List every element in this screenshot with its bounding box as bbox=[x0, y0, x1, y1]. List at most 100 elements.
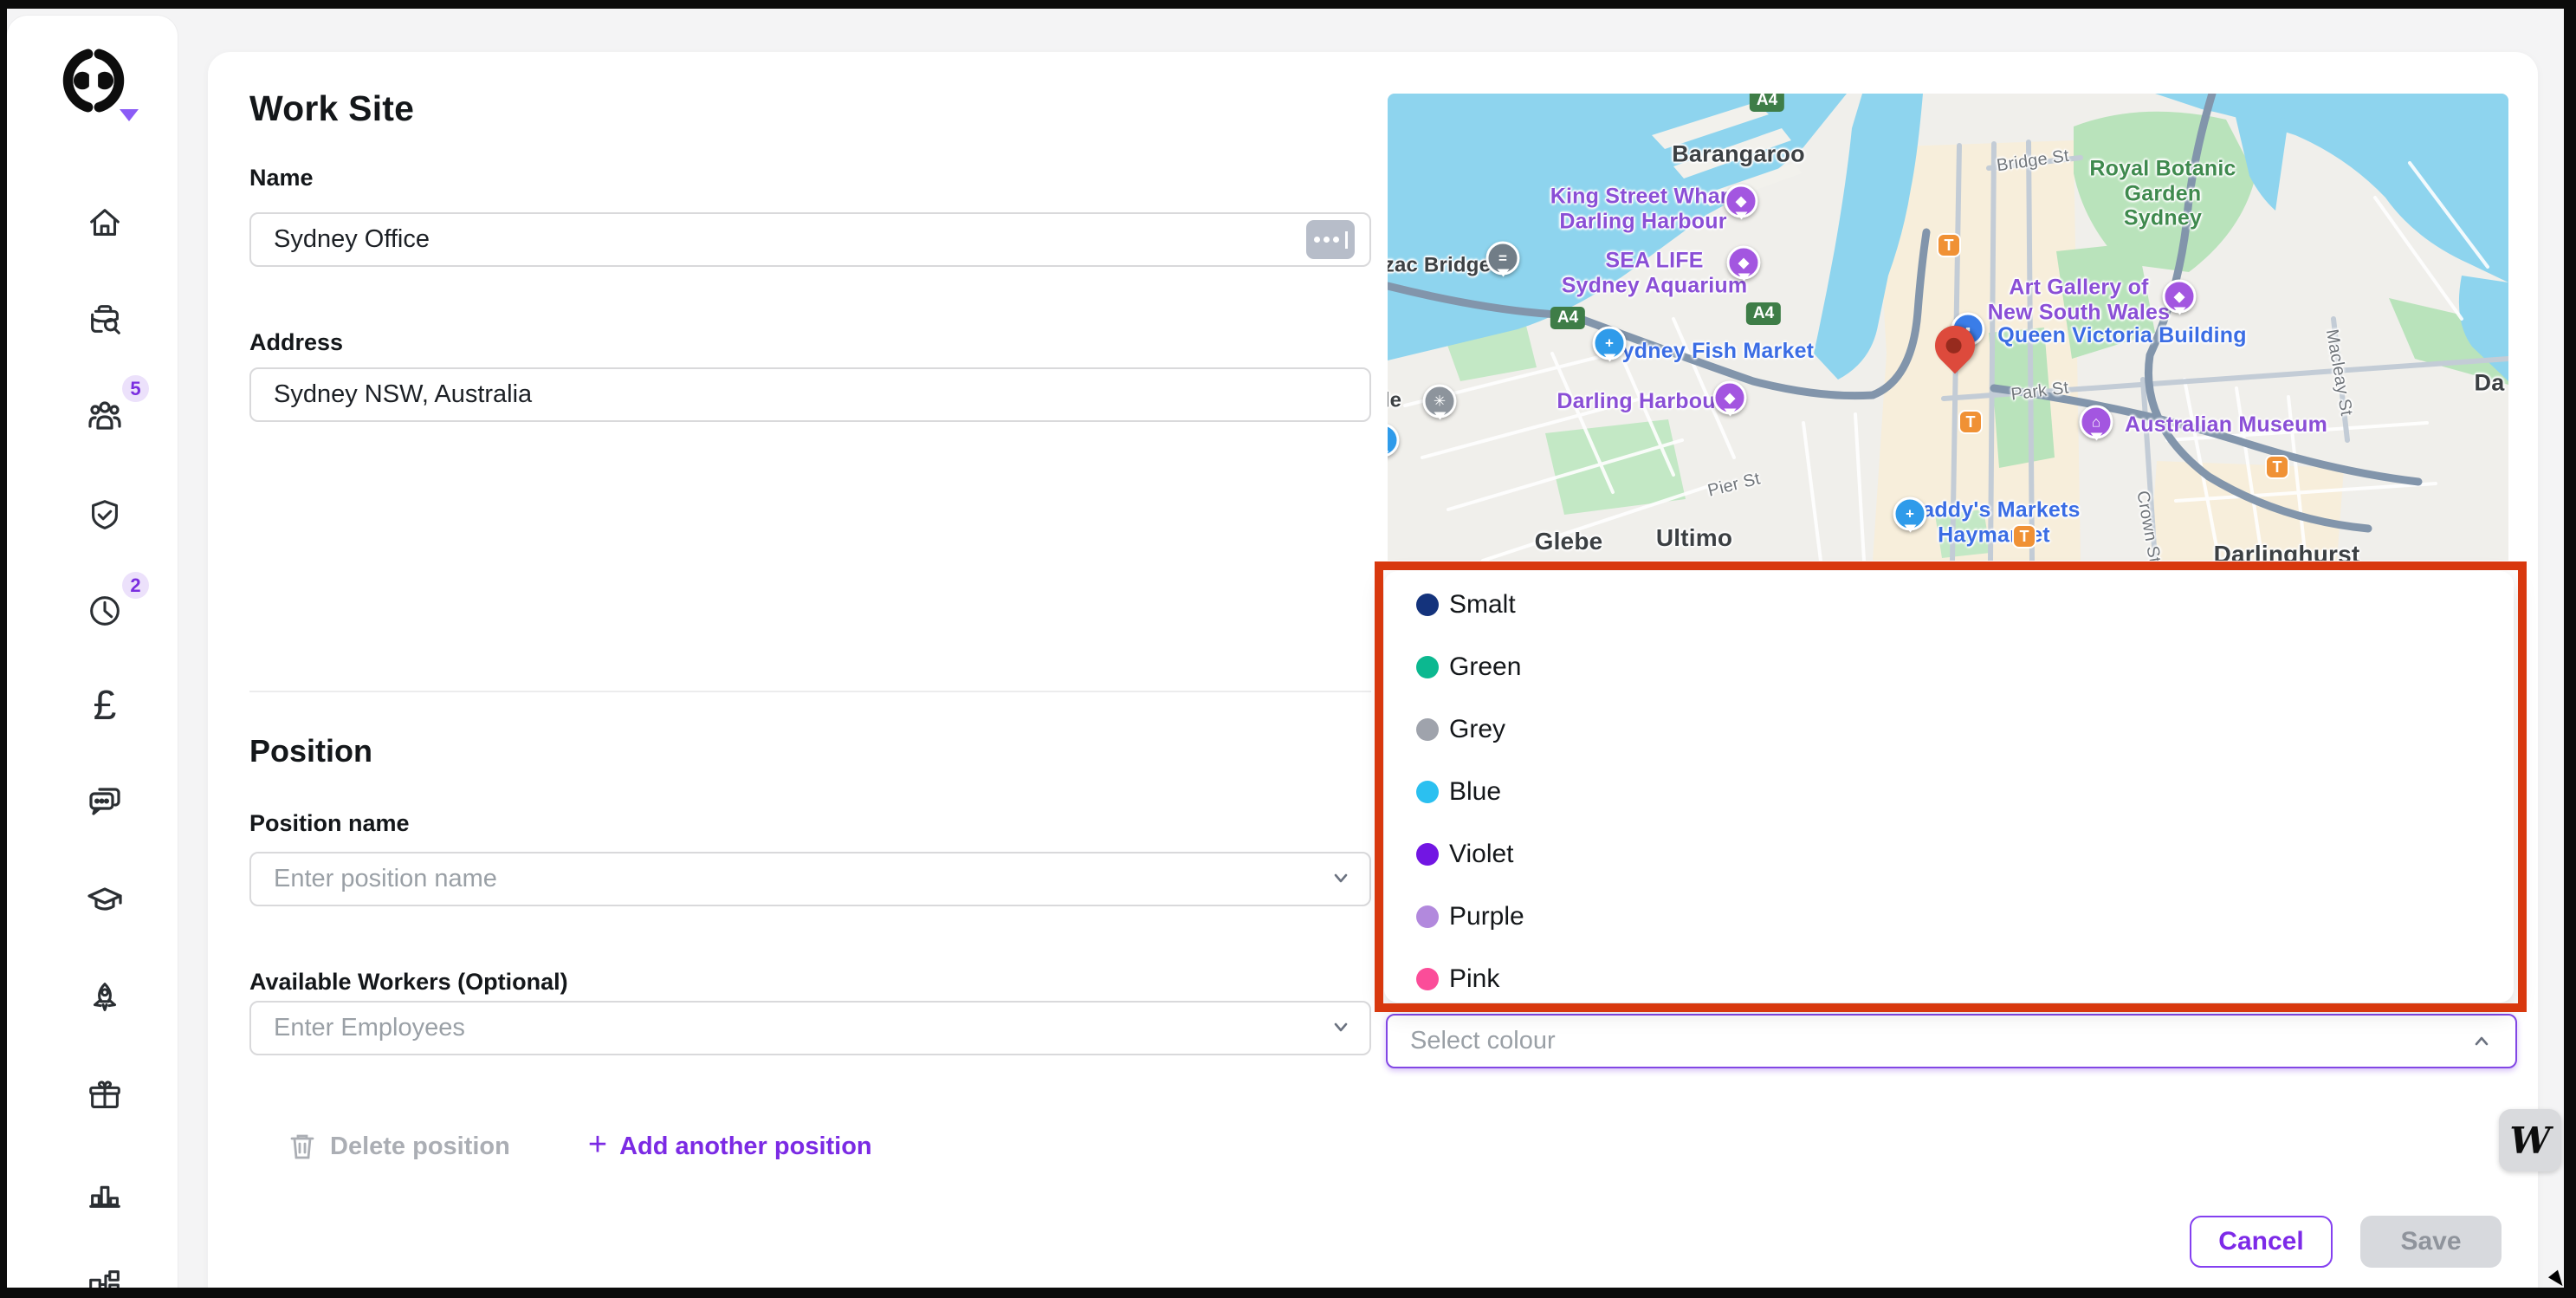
map-label-label-cut-le: le bbox=[1388, 388, 1401, 412]
colour-option-label: Green bbox=[1449, 652, 1521, 682]
paddys-cart-marker-icon: + bbox=[1893, 497, 1927, 531]
colour-option-pink[interactable]: Pink bbox=[1384, 957, 2514, 1001]
map-label-poi-king-street-wharf: King Street Wharf Darling Harbour bbox=[1550, 185, 1737, 234]
save-button[interactable]: Save bbox=[2360, 1216, 2502, 1268]
chevron-down-icon[interactable] bbox=[1330, 1016, 1352, 1038]
colour-dot bbox=[1416, 968, 1439, 990]
map-label-suburb-glebe: Glebe bbox=[1535, 528, 1603, 555]
colour-dot bbox=[1416, 843, 1439, 866]
map-label-poi-art-gallery: Art Gallery of New South Wales bbox=[1988, 276, 2170, 325]
name-label: Name bbox=[249, 165, 314, 191]
home-icon bbox=[85, 204, 125, 243]
ferris-wheel-marker-icon: ✳ bbox=[1423, 385, 1457, 419]
position-name-label: Position name bbox=[249, 810, 410, 837]
colour-option-violet[interactable]: Violet bbox=[1384, 833, 2514, 876]
mouse-cursor bbox=[2548, 1270, 2564, 1288]
colour-dot bbox=[1416, 594, 1439, 616]
chat-bubbles-icon bbox=[84, 781, 126, 822]
worksite-name-input[interactable] bbox=[249, 212, 1371, 267]
museum-marker-icon: ⌂ bbox=[2080, 406, 2113, 439]
map-label-poi-darling-harbour: Darling Harbour bbox=[1557, 389, 1724, 414]
position-actions: Delete position + Add another position bbox=[288, 1126, 872, 1166]
gallery-palette-marker-icon: ◆ bbox=[2163, 280, 2197, 314]
sidebar-item-compliance[interactable] bbox=[80, 490, 130, 541]
sidebar-item-learning[interactable] bbox=[80, 874, 130, 925]
people-icon bbox=[84, 393, 126, 435]
people-badge: 5 bbox=[122, 375, 149, 402]
colour-option-label: Violet bbox=[1449, 840, 1514, 869]
org-chart-icon bbox=[85, 1265, 125, 1288]
camera-marker-king-street-wharf-icon: ◆ bbox=[1725, 185, 1758, 218]
transit-t-1-icon: T bbox=[1937, 233, 1961, 257]
colour-option-grey[interactable]: Grey bbox=[1384, 708, 2514, 751]
colour-option-label: Grey bbox=[1449, 715, 1505, 744]
map-label-poi-qvb: Queen Victoria Building bbox=[1997, 323, 2247, 348]
map-label-suburb-darlinghurst: Darlinghurst bbox=[2214, 541, 2360, 561]
sidebar-item-payroll[interactable]: £ bbox=[80, 681, 130, 731]
route-a4-right-icon: A4 bbox=[1746, 302, 1781, 325]
plus-icon: + bbox=[588, 1128, 607, 1161]
transit-t-4-icon: T bbox=[2265, 455, 2289, 479]
bridge-marker-icon: = bbox=[1486, 242, 1520, 276]
map-label-suburb-cut-da: Da bbox=[2475, 370, 2505, 397]
section-divider bbox=[249, 691, 1371, 692]
sidebar-item-org-chart[interactable] bbox=[80, 1260, 130, 1288]
delete-position-button[interactable]: Delete position bbox=[288, 1132, 510, 1161]
sidebar-item-people[interactable]: 5 bbox=[80, 389, 130, 439]
colour-dot bbox=[1416, 905, 1439, 928]
colour-dot bbox=[1416, 781, 1439, 803]
position-name-input[interactable] bbox=[249, 852, 1371, 906]
transit-t-3-icon: T bbox=[2012, 524, 2036, 548]
app-window: 5 2 £ Work Site N bbox=[7, 9, 2564, 1288]
watermark-tab[interactable]: W bbox=[2499, 1109, 2561, 1171]
colour-dot bbox=[1416, 656, 1439, 678]
transit-t-2-icon: T bbox=[1958, 410, 1983, 434]
rocket-icon bbox=[85, 977, 125, 1017]
add-position-button[interactable]: + Add another position bbox=[588, 1132, 872, 1161]
worksite-address-input[interactable] bbox=[249, 367, 1371, 422]
map-label-suburb-ultimo: Ultimo bbox=[1656, 524, 1732, 552]
colour-option-label: Smalt bbox=[1449, 590, 1516, 620]
watermark-w-icon: W bbox=[2509, 1120, 2550, 1162]
delete-position-label: Delete position bbox=[330, 1133, 510, 1161]
map-label-suburb-barangaroo: Barangaroo bbox=[1672, 141, 1805, 168]
bar-chart-icon bbox=[85, 1173, 125, 1213]
pound-icon: £ bbox=[94, 685, 117, 727]
route-a4-left-icon: A4 bbox=[1550, 307, 1585, 329]
colour-select-field[interactable]: Select colour bbox=[1386, 1014, 2517, 1068]
sidebar-item-benefits[interactable] bbox=[80, 1070, 130, 1120]
org-switcher[interactable] bbox=[58, 45, 145, 128]
autofill-icon[interactable] bbox=[1306, 220, 1355, 259]
cancel-button[interactable]: Cancel bbox=[2190, 1216, 2333, 1268]
colour-option-label: Purple bbox=[1449, 902, 1524, 931]
map[interactable]: Barangaroo King Street Wharf Darling Harb… bbox=[1388, 94, 2508, 561]
colour-option-label: Pink bbox=[1449, 964, 1499, 994]
map-label-poi-sea-life: SEA LIFE Sydney Aquarium bbox=[1562, 249, 1748, 298]
sidebar-item-messages[interactable] bbox=[80, 776, 130, 827]
colour-option-smalt[interactable]: Smalt bbox=[1384, 583, 2514, 626]
briefcase-search-icon bbox=[85, 299, 125, 339]
clock-icon bbox=[85, 591, 125, 631]
map-label-poi-australian-museum: Australian Museum bbox=[2125, 412, 2327, 438]
trash-icon bbox=[288, 1132, 316, 1161]
chevron-down-icon[interactable] bbox=[1330, 866, 1352, 889]
sidebar-item-home[interactable] bbox=[80, 198, 130, 249]
sidebar-item-launch[interactable] bbox=[80, 972, 130, 1022]
aquarium-marker-icon: ◆ bbox=[1727, 246, 1761, 280]
sidebar-item-recruitment[interactable] bbox=[80, 294, 130, 344]
colour-option-blue[interactable]: Blue bbox=[1384, 770, 2514, 814]
available-workers-input[interactable] bbox=[249, 1001, 1371, 1055]
map-label-poi-anzac-bridge: nzac Bridge bbox=[1388, 253, 1491, 276]
gift-icon bbox=[85, 1075, 125, 1115]
darling-harbour-camera-marker-icon: ◆ bbox=[1713, 381, 1747, 415]
employment-hero-logo-icon bbox=[58, 45, 129, 116]
colour-option-green[interactable]: Green bbox=[1384, 646, 2514, 689]
shield-check-icon bbox=[85, 496, 125, 535]
position-title: Position bbox=[249, 733, 372, 769]
colour-option-purple[interactable]: Purple bbox=[1384, 895, 2514, 938]
map-label-poi-botanic-garden: Royal Botanic Garden Sydney bbox=[2089, 156, 2236, 230]
map-label-poi-fish-market: Sydney Fish Market bbox=[1608, 339, 1814, 364]
colour-select-placeholder: Select colour bbox=[1410, 1027, 2470, 1055]
sidebar-item-time[interactable]: 2 bbox=[80, 586, 130, 636]
sidebar-item-reports[interactable] bbox=[80, 1168, 130, 1218]
